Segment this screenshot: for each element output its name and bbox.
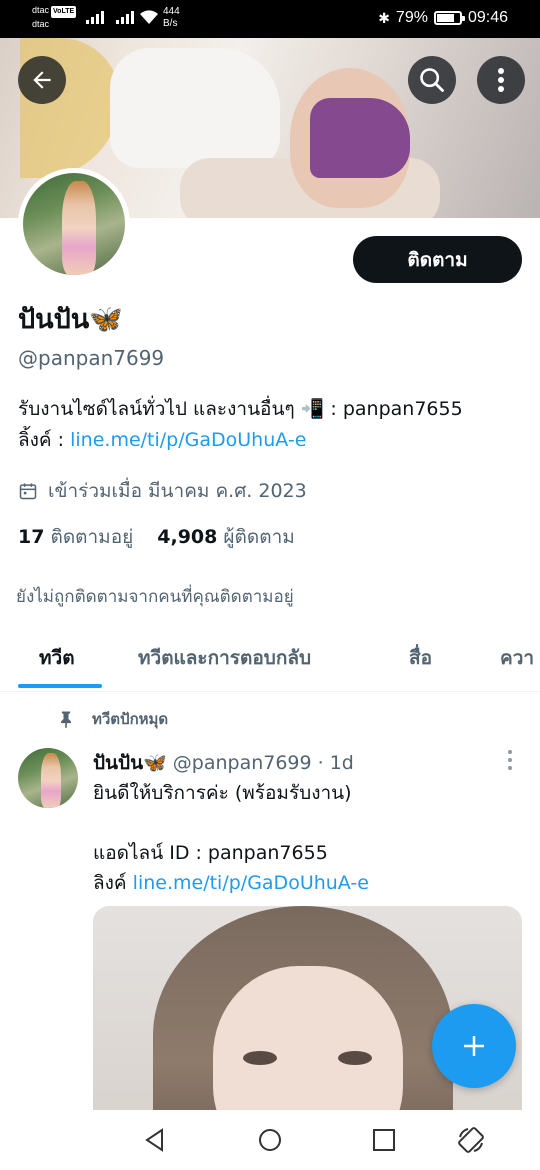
more-button[interactable] — [477, 56, 525, 104]
followers-stat[interactable]: 4,908 ผู้ติดตาม — [157, 522, 295, 552]
followers-count: 4,908 — [157, 526, 218, 548]
plus-icon — [464, 1036, 484, 1056]
followers-label: ผู้ติดตาม — [223, 526, 295, 548]
joined-text: เข้าร่วมเมื่อ มีนาคม ค.ศ. 2023 — [48, 480, 307, 502]
tab-likes[interactable]: ควา — [500, 643, 534, 673]
wifi-icon — [140, 10, 158, 24]
signal-icon-2 — [116, 10, 134, 24]
pinned-indicator: ทวีตปักหมุด — [56, 707, 168, 731]
carrier-2: dtac — [32, 19, 50, 29]
carrier-1: dtac — [32, 5, 50, 15]
network-speed: 444 B/s — [163, 6, 180, 30]
bio-link[interactable]: line.me/ti/p/GaDoUhuA-e — [70, 429, 306, 451]
clock: 09:46 — [467, 9, 508, 26]
search-button[interactable] — [408, 56, 456, 104]
bluetooth-icon: ✱ — [378, 9, 390, 26]
calendar-icon — [19, 483, 37, 500]
tweet-author-handle[interactable]: @panpan7699 — [173, 752, 312, 774]
active-tab-indicator — [18, 684, 102, 688]
tweet-time: · 1d — [317, 752, 354, 774]
pinned-label: ทวีตปักหมุด — [92, 710, 169, 728]
arrow-left-icon — [33, 71, 51, 89]
signal-icon — [86, 10, 104, 24]
volte-badge: VoLTE — [51, 6, 77, 18]
rotate-screen-icon[interactable] — [456, 1125, 486, 1155]
tweet-more-icon[interactable] — [503, 748, 517, 772]
compose-tweet-button[interactable] — [432, 1004, 516, 1088]
system-nav-bar — [0, 1110, 540, 1170]
battery-icon — [433, 11, 465, 25]
status-bar: dtac VoLTE dtac 444 B/s ✱ 79% 09:46 — [0, 0, 540, 38]
nav-recents-icon[interactable] — [369, 1125, 399, 1155]
nav-back-icon[interactable] — [140, 1125, 170, 1155]
joined-date: เข้าร่วมเมื่อ มีนาคม ค.ศ. 2023 — [18, 476, 307, 506]
speed-value: 444 — [163, 6, 180, 17]
tweet-link-prefix: ลิงค์ — [93, 872, 133, 894]
following-stat[interactable]: 17 ติดตามอยู่ — [18, 522, 133, 552]
speed-unit: B/s — [163, 18, 178, 29]
tab-tweets-replies[interactable]: ทวีตและการตอบกลับ — [138, 643, 311, 673]
tweet-link[interactable]: line.me/ti/p/GaDoUhuA-e — [133, 872, 369, 894]
more-vertical-icon — [498, 68, 504, 92]
pin-icon — [61, 711, 71, 729]
display-name: ปันปัน🦋 — [18, 304, 123, 335]
tweet-header: ปันปัน🦋 @panpan7699 · 1d — [93, 748, 354, 778]
back-button[interactable] — [18, 56, 66, 104]
status-right: ✱ 79% 09:46 — [378, 9, 508, 27]
follow-stats: 17 ติดตามอยู่ 4,908 ผู้ติดตาม — [18, 522, 295, 552]
tweet-text: ยินดีให้บริการค่ะ (พร้อมรับงาน) แอดไลน์ … — [93, 778, 523, 898]
profile-tabs: ทวีต ทวีตและการตอบกลับ สื่อ ควา — [0, 626, 540, 692]
carrier-info: dtac VoLTE dtac — [32, 4, 77, 30]
bio-link-prefix: ลิ้งค์ : — [18, 429, 71, 451]
not-followed-note: ยังไม่ถูกติดตามจากคนที่คุณติดตามอยู่ — [16, 587, 294, 607]
bio-line: รับงานไซด์ไลน์ทั่วไป และงานอื่นๆ 📲 : pan… — [18, 398, 463, 420]
tweet-line-2: แอดไลน์ ID : panpan7655 — [93, 842, 328, 864]
following-label: ติดตามอยู่ — [50, 526, 134, 548]
battery-percent: 79% — [395, 9, 428, 26]
profile-bio: รับงานไซด์ไลน์ทั่วไป และงานอื่นๆ 📲 : pan… — [18, 394, 528, 456]
follow-button[interactable]: ติดตาม — [353, 236, 522, 283]
profile-handle: @panpan7699 — [18, 346, 165, 370]
tab-media[interactable]: สื่อ — [409, 643, 432, 673]
nav-home-icon[interactable] — [255, 1125, 285, 1155]
tweet-author-name[interactable]: ปันปัน🦋 — [93, 748, 167, 778]
tab-tweets[interactable]: ทวีต — [39, 643, 75, 673]
search-icon — [420, 68, 444, 92]
tweet-author-avatar[interactable] — [18, 748, 78, 808]
tweet-line-1: ยินดีให้บริการค่ะ (พร้อมรับงาน) — [93, 782, 352, 804]
profile-avatar[interactable] — [18, 168, 130, 280]
following-count: 17 — [18, 526, 45, 548]
